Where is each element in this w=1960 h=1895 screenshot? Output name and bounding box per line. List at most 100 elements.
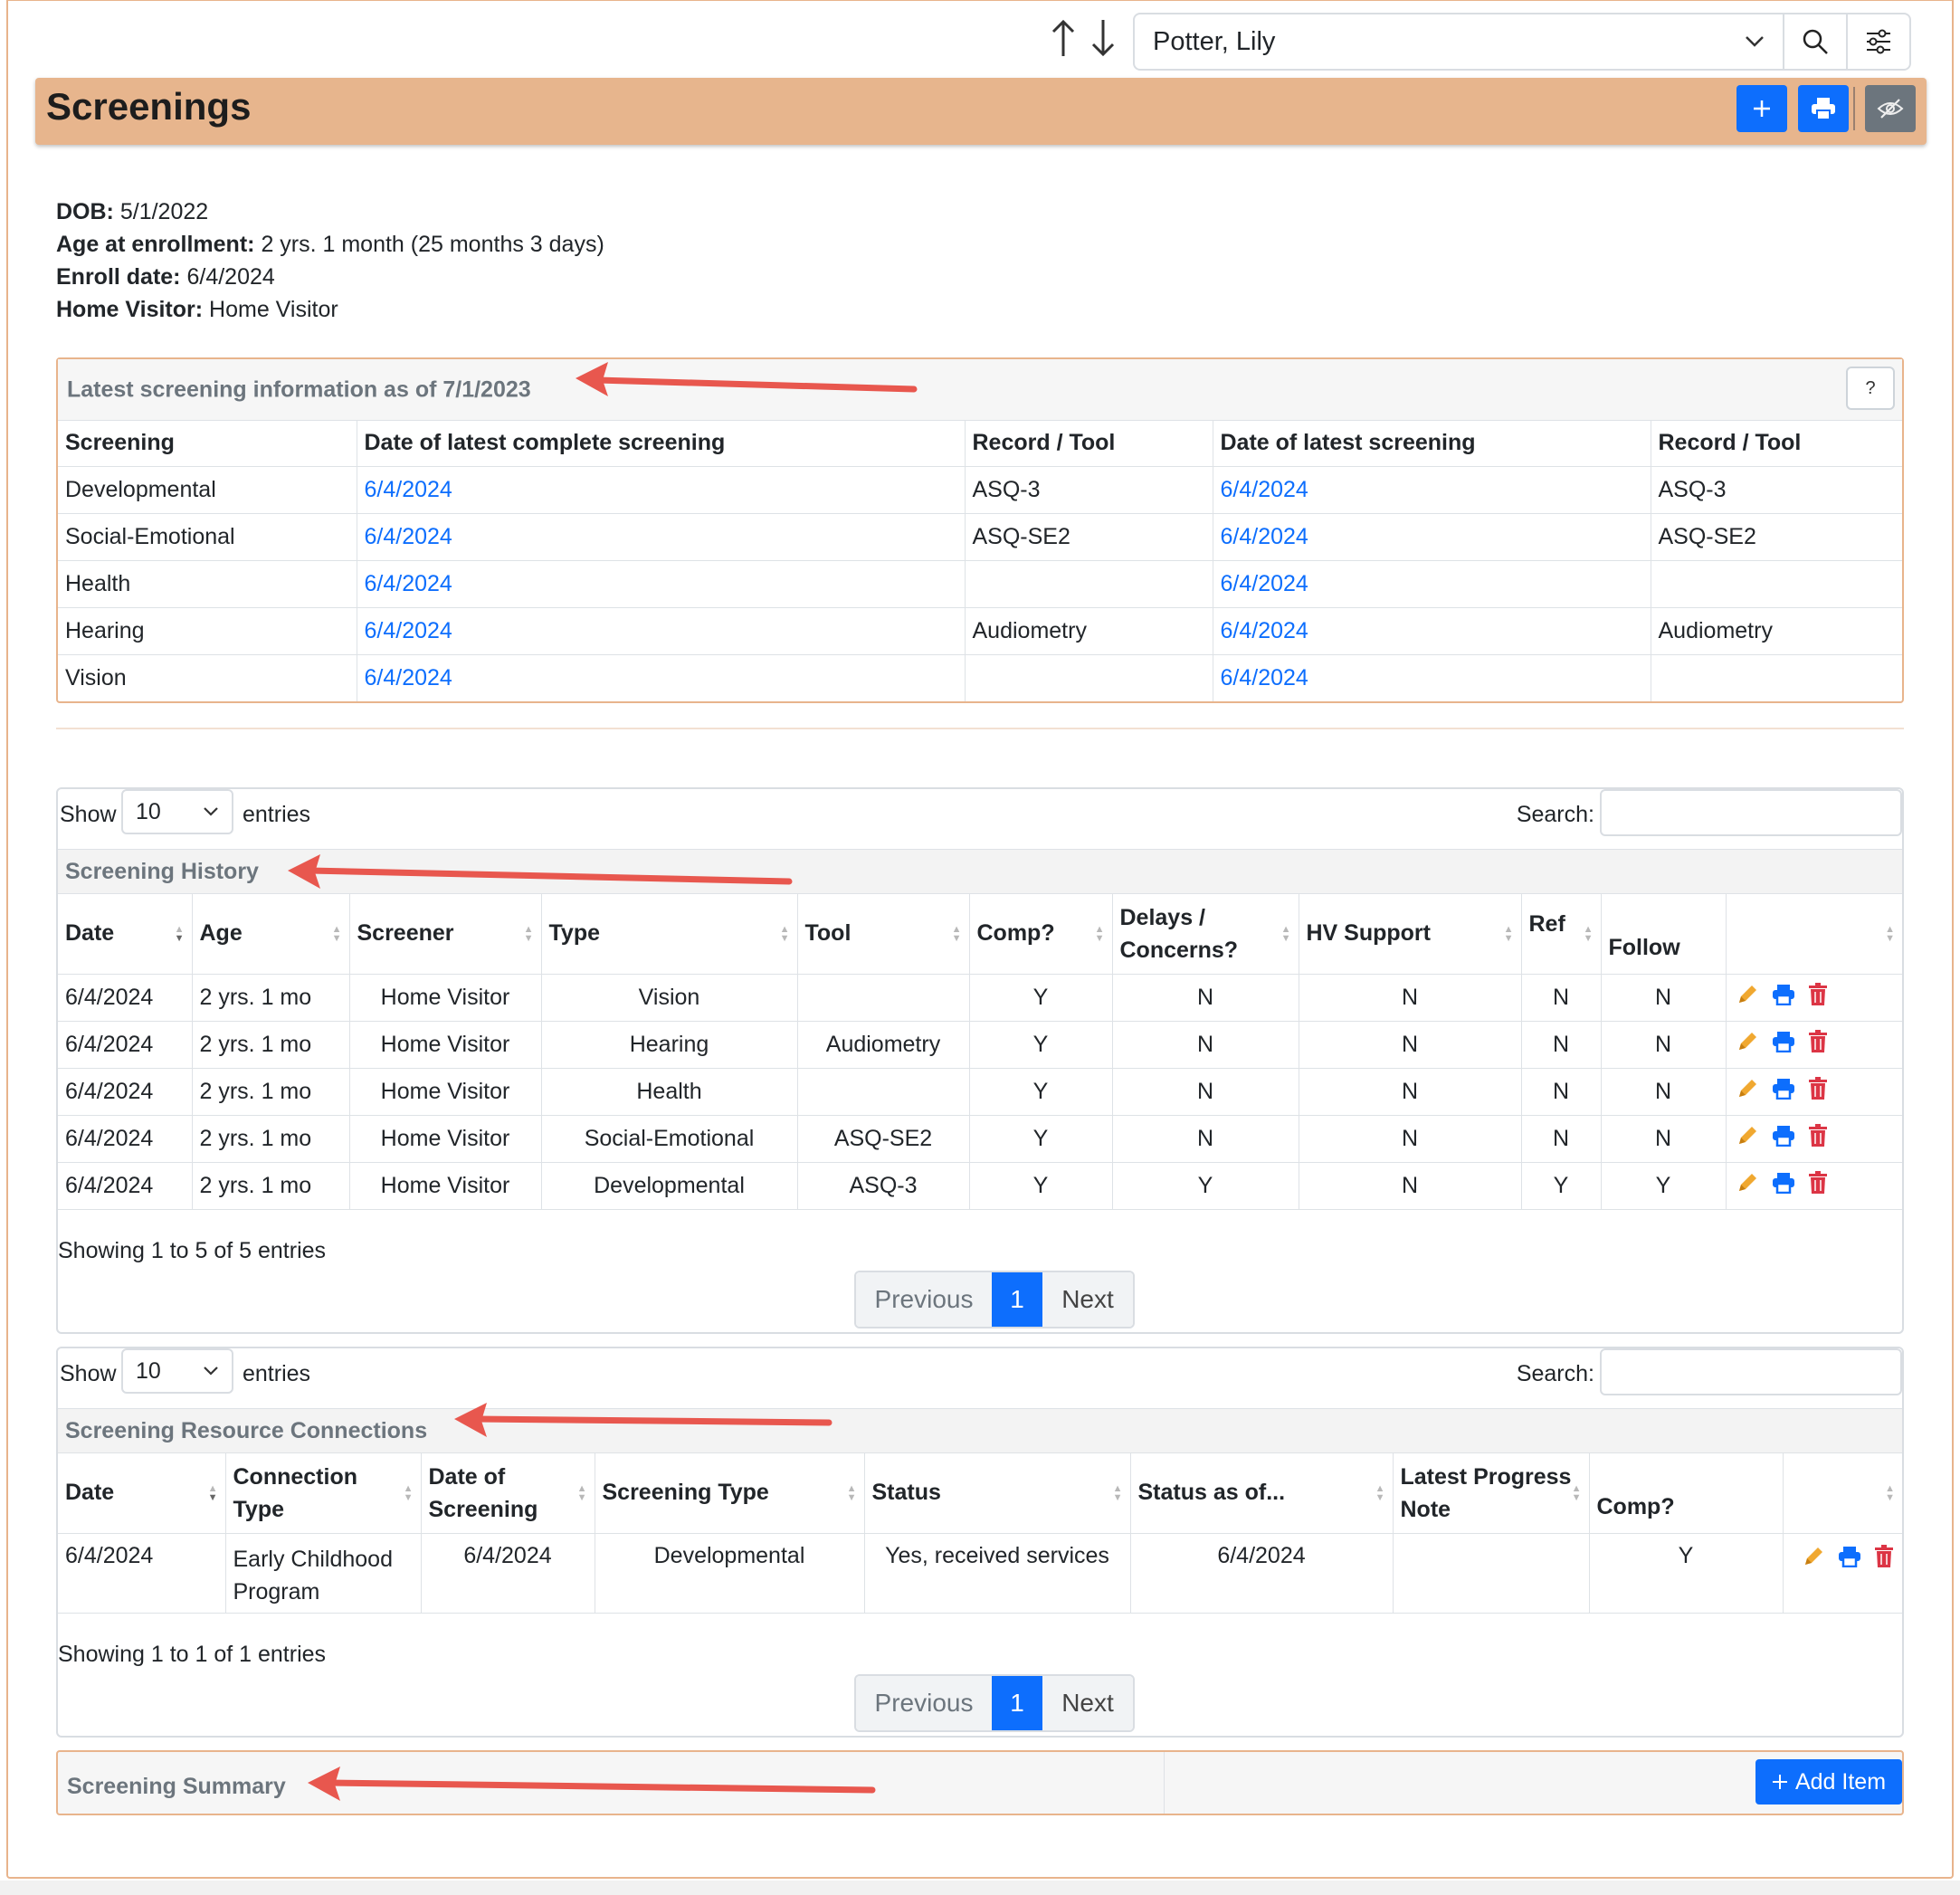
col-type[interactable]: Type ▲ ▼	[541, 894, 798, 975]
col-status-as-of[interactable]: Status as of... ▲ ▼	[1130, 1453, 1394, 1534]
edit-icon[interactable]	[1736, 1077, 1759, 1107]
screening-date-link[interactable]: 6/4/2024	[357, 513, 966, 561]
client-select[interactable]: Potter, Lily	[1133, 13, 1784, 71]
col-ref[interactable]: Ref ▲ ▼	[1521, 894, 1602, 975]
section-divider	[56, 728, 1904, 729]
connections-caption: Screening Resource Connections	[58, 1408, 1902, 1453]
edit-icon[interactable]	[1736, 983, 1759, 1013]
next-button[interactable]: Next	[1042, 1676, 1133, 1730]
screening-date-link[interactable]: 6/4/2024	[1213, 560, 1651, 608]
previous-button[interactable]: Previous	[856, 1676, 992, 1730]
trash-icon[interactable]	[1808, 1076, 1828, 1107]
col-screening: Screening	[58, 421, 357, 467]
col-follow[interactable]: Follow	[1601, 894, 1727, 975]
screening-date-link[interactable]: 6/4/2024	[1213, 607, 1651, 655]
page-1-button[interactable]: 1	[992, 1272, 1042, 1327]
entries-label: entries	[243, 802, 311, 827]
screening-date-link[interactable]: 6/4/2024	[357, 560, 966, 608]
screening-date-link[interactable]: 6/4/2024	[1213, 654, 1651, 701]
client-name: Potter, Lily	[1153, 26, 1276, 56]
screening-date-link[interactable]: 6/4/2024	[357, 654, 966, 701]
screening-date-link[interactable]: 6/4/2024	[1213, 466, 1651, 514]
history-search-input[interactable]	[1600, 789, 1902, 836]
connections-search-input[interactable]	[1600, 1348, 1902, 1395]
bottom-strip	[0, 1881, 1960, 1895]
col-delays[interactable]: Delays / Concerns? ▲ ▼	[1112, 894, 1299, 975]
print-button[interactable]	[1798, 85, 1849, 132]
search-icon	[1803, 29, 1828, 54]
screening-date-link[interactable]: 6/4/2024	[1213, 513, 1651, 561]
trash-icon[interactable]	[1808, 982, 1828, 1013]
col-date[interactable]: Date ▲ ▼	[58, 1453, 226, 1534]
trash-icon[interactable]	[1808, 1170, 1828, 1201]
latest-screening-title: Latest screening information as of 7/1/2…	[67, 376, 531, 402]
search-label: Search:	[1516, 1361, 1594, 1386]
page-title: Screenings	[46, 85, 252, 128]
history-length-select[interactable]: 10	[121, 789, 233, 834]
trash-icon[interactable]	[1808, 1029, 1828, 1060]
plus-icon	[1754, 100, 1770, 117]
col-tool[interactable]: Tool ▲ ▼	[797, 894, 970, 975]
length-value: 10	[136, 798, 161, 824]
add-item-button[interactable]: Add Item	[1755, 1759, 1902, 1805]
printer-icon[interactable]	[1772, 1125, 1795, 1153]
annotation-arrow-icon	[454, 1403, 833, 1437]
table-row: 6/4/2024 2 yrs. 1 mo Home Visitor Hearing Au…	[58, 1021, 1902, 1069]
col-date-of-screening[interactable]: Date of Screening ▲ ▼	[421, 1453, 595, 1534]
resource-connections-table: Date ▲ ▼ Connection Type ▲ ▼ Date of Screeni…	[58, 1453, 1902, 1614]
edit-icon[interactable]	[1736, 1030, 1759, 1060]
col-screening-type[interactable]: Screening Type ▲ ▼	[595, 1453, 865, 1534]
printer-icon[interactable]	[1772, 984, 1795, 1012]
table-row: 6/4/2024 2 yrs. 1 mo Home Visitor Social-Em…	[58, 1115, 1902, 1163]
screening-date-link[interactable]: 6/4/2024	[357, 466, 966, 514]
connections-info: Showing 1 to 1 of 1 entries	[58, 1642, 327, 1667]
edit-icon[interactable]	[1736, 1124, 1759, 1154]
edit-icon[interactable]	[1736, 1171, 1759, 1201]
col-screener[interactable]: Screener ▲ ▼	[349, 894, 542, 975]
add-screening-button[interactable]	[1736, 85, 1787, 132]
col-date[interactable]: Date ▲ ▼	[58, 894, 193, 975]
filter-button[interactable]	[1848, 13, 1911, 71]
annotation-arrow-icon	[308, 1766, 876, 1801]
col-hv-support[interactable]: HV Support ▲ ▼	[1299, 894, 1522, 975]
col-actions[interactable]: ▲ ▼	[1726, 894, 1902, 975]
col-actions[interactable]: ▲ ▼	[1783, 1453, 1902, 1534]
plus-icon	[1772, 1775, 1787, 1789]
arrow-up-icon[interactable]	[1050, 18, 1077, 65]
trash-icon[interactable]	[1874, 1544, 1894, 1575]
col-latest-complete: Date of latest complete screening	[357, 421, 966, 467]
col-age[interactable]: Age ▲ ▼	[192, 894, 350, 975]
summary-divider	[1164, 1752, 1165, 1814]
col-connection-type[interactable]: Connection Type ▲ ▼	[225, 1453, 422, 1534]
chevron-down-icon	[204, 1366, 218, 1376]
history-info: Showing 1 to 5 of 5 entries	[58, 1238, 327, 1263]
history-pagination: Previous 1 Next	[854, 1271, 1135, 1328]
connections-length-select[interactable]: 10	[121, 1348, 233, 1394]
eye-slash-icon	[1877, 99, 1904, 119]
trash-icon[interactable]	[1808, 1123, 1828, 1154]
page-1-button[interactable]: 1	[992, 1676, 1042, 1730]
screening-date-link[interactable]: 6/4/2024	[357, 607, 966, 655]
latest-screening-table: Screening Date of latest complete screen…	[58, 421, 1902, 701]
arrow-down-icon[interactable]	[1089, 18, 1117, 65]
col-status[interactable]: Status ▲ ▼	[864, 1453, 1131, 1534]
edit-icon[interactable]	[1802, 1545, 1825, 1575]
next-button[interactable]: Next	[1042, 1272, 1133, 1327]
col-latest-progress-note[interactable]: Latest Progress Note ▲ ▼	[1393, 1453, 1590, 1534]
enroll-line: Enroll date: 6/4/2024	[56, 264, 275, 290]
help-button[interactable]: ?	[1846, 367, 1895, 410]
printer-icon[interactable]	[1772, 1078, 1795, 1106]
latest-screening-panel: Latest screening information as of 7/1/2…	[56, 357, 1904, 703]
printer-icon[interactable]	[1772, 1031, 1795, 1059]
search-button[interactable]	[1784, 13, 1848, 71]
printer-icon	[1812, 98, 1835, 120]
col-record-tool-2: Record / Tool	[1651, 421, 1902, 467]
resource-connections-table-wrapper: Show 10 entries Search: Screening Resour…	[56, 1347, 1904, 1738]
printer-icon[interactable]	[1772, 1172, 1795, 1200]
col-comp[interactable]: Comp?	[1589, 1453, 1784, 1534]
col-comp[interactable]: Comp? ▲ ▼	[969, 894, 1113, 975]
printer-icon[interactable]	[1838, 1546, 1861, 1574]
previous-button[interactable]: Previous	[856, 1272, 992, 1327]
chevron-down-icon	[204, 807, 218, 816]
hide-button[interactable]	[1865, 85, 1916, 132]
